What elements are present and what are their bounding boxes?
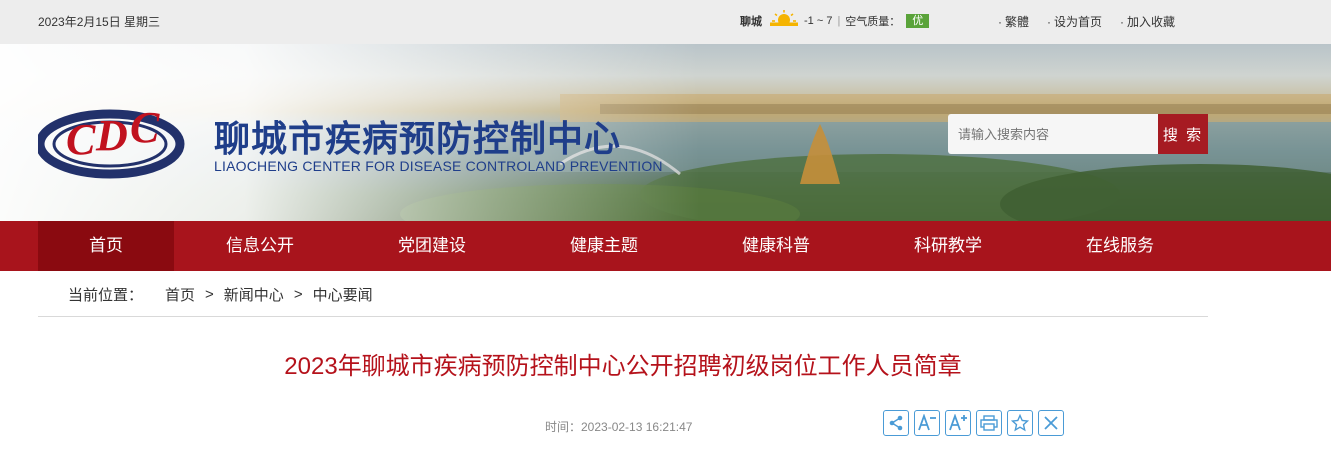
search-input[interactable] <box>948 114 1158 154</box>
top-links: 繁體 设为首页 加入收藏 <box>998 13 1175 30</box>
nav-item-online-service[interactable]: 在线服务 <box>1034 221 1206 271</box>
breadcrumb-news-center[interactable]: 新闻中心 <box>224 284 284 305</box>
close-icon[interactable] <box>1038 410 1064 436</box>
article-toolbar <box>883 410 1064 436</box>
breadcrumb-separator: > <box>293 286 303 303</box>
site-subtitle: LIAOCHENG CENTER FOR DISEASE CONTROLAND … <box>214 158 663 174</box>
svg-text:C: C <box>130 103 160 152</box>
search-button[interactable]: 搜 索 <box>1158 114 1208 154</box>
top-bar: 2023年2月15日 星期三 聊城 -1 ~ 7 | 空气质量： 优 繁體 设为… <box>0 0 1331 44</box>
traditional-chinese-link[interactable]: 繁體 <box>998 13 1029 30</box>
breadcrumb-divider <box>38 316 1208 317</box>
aqi-badge: 优 <box>906 14 930 28</box>
breadcrumb-separator: > <box>205 286 214 303</box>
font-decrease-icon[interactable] <box>914 410 940 436</box>
aqi-label: 空气质量： <box>845 16 901 28</box>
breadcrumb: 当前位置： 首页 > 新闻中心 > 中心要闻 <box>68 284 373 305</box>
breadcrumb-center-news[interactable]: 中心要闻 <box>313 284 373 305</box>
main-nav: 首页 信息公开 党团建设 健康主题 健康科普 科研教学 在线服务 <box>0 221 1331 271</box>
current-date: 2023年2月15日 星期三 <box>38 15 161 29</box>
article-title: 2023年聊城市疾病预防控制中心公开招聘初级岗位工作人员简章 <box>284 353 962 380</box>
svg-text:D: D <box>95 111 128 160</box>
nav-item-research-teaching[interactable]: 科研教学 <box>862 221 1034 271</box>
breadcrumb-home[interactable]: 首页 <box>165 284 195 305</box>
nav-item-health-science[interactable]: 健康科普 <box>690 221 862 271</box>
site-title: 聊城市疾病预防控制中心 <box>214 118 622 159</box>
favorite-icon[interactable] <box>1007 410 1033 436</box>
article-time: 时间：2023-02-13 16:21:47 <box>545 420 693 434</box>
nav-item-home[interactable]: 首页 <box>38 221 174 271</box>
weather-widget: 聊城 -1 ~ 7 | 空气质量： 优 <box>740 9 930 29</box>
font-increase-icon[interactable] <box>945 410 971 436</box>
share-icon[interactable] <box>883 410 909 436</box>
search-box: 搜 索 <box>948 114 1208 154</box>
sunny-icon <box>770 9 798 29</box>
add-favorite-link[interactable]: 加入收藏 <box>1120 13 1175 30</box>
breadcrumb-label: 当前位置： <box>68 287 144 304</box>
print-icon[interactable] <box>976 410 1002 436</box>
svg-text:C: C <box>66 115 96 164</box>
header-banner: C D C 聊城市疾病预防控制中心 LIAOCHENG CENTER FOR D… <box>0 44 1331 221</box>
nav-item-health-topics[interactable]: 健康主题 <box>518 221 690 271</box>
set-homepage-link[interactable]: 设为首页 <box>1047 13 1102 30</box>
weather-temp: -1 ~ 7 <box>804 15 833 27</box>
weather-city: 聊城 <box>740 16 762 28</box>
nav-item-info-disclosure[interactable]: 信息公开 <box>174 221 346 271</box>
nav-item-party-building[interactable]: 党团建设 <box>346 221 518 271</box>
cdc-logo: C D C <box>35 102 188 187</box>
